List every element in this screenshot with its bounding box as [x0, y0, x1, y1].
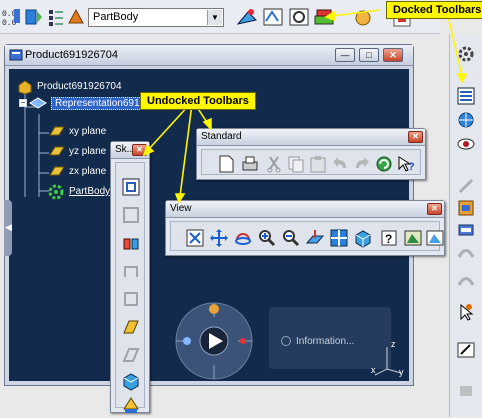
callout-undocked-toolbars: Undocked Toolbars — [140, 92, 256, 110]
callout-docked-toolbars: Docked Toolbars — [386, 1, 482, 19]
callout-arrows — [142, 9, 468, 204]
